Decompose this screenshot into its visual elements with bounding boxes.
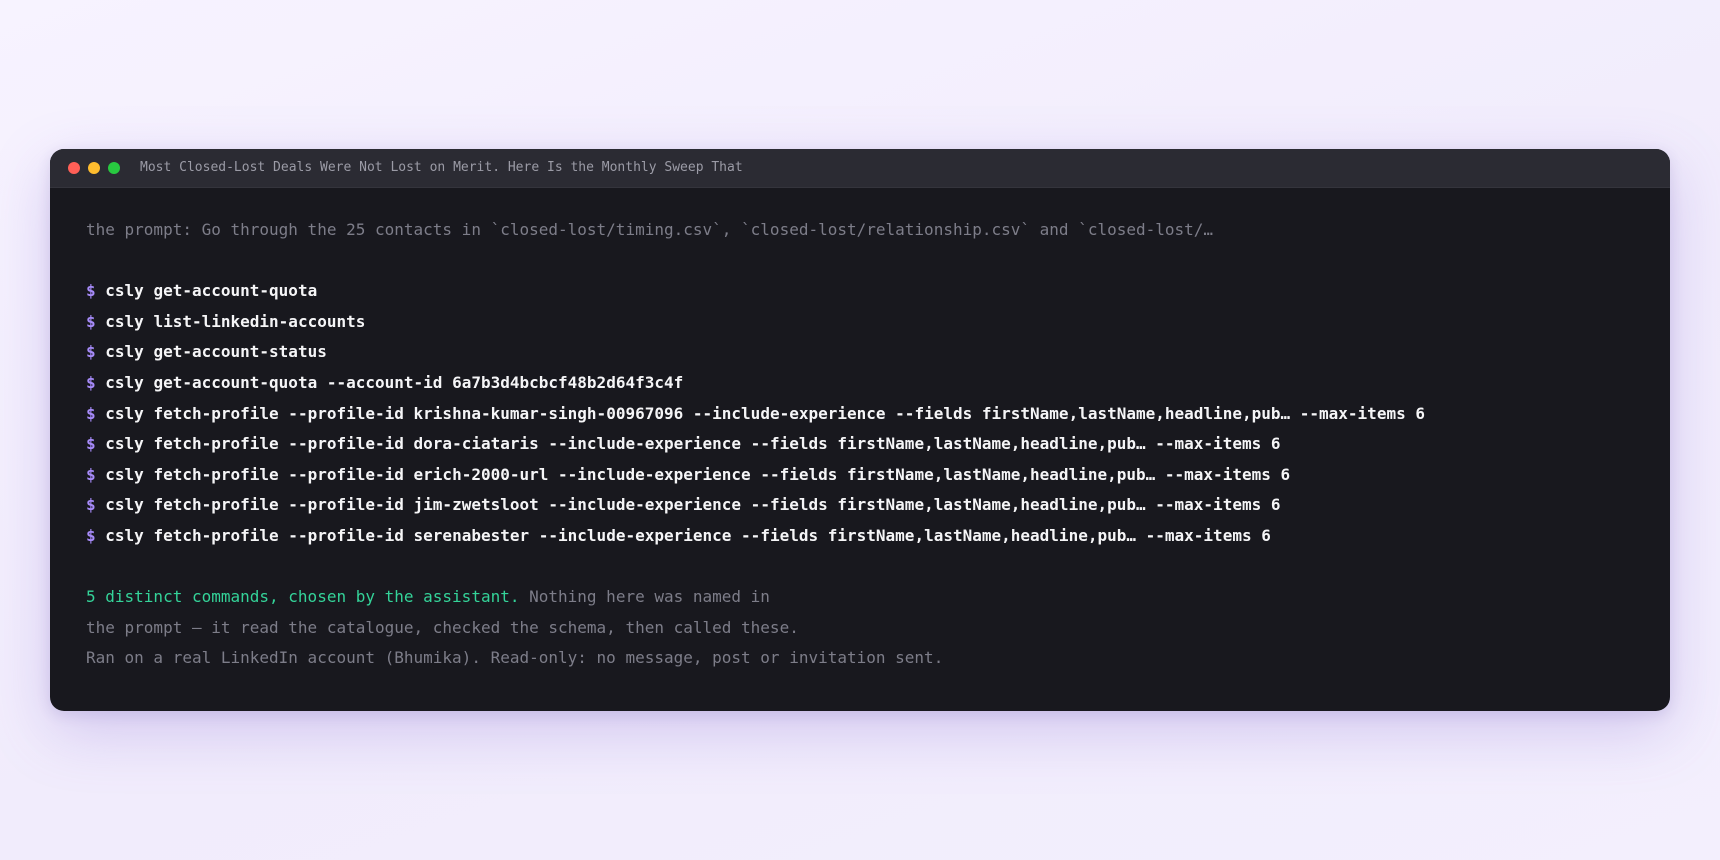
close-window-button[interactable] <box>68 162 80 174</box>
command-text: csly fetch-profile --profile-id erich-20… <box>105 464 1291 484</box>
prompt-symbol: $ <box>86 281 96 301</box>
terminal-window: Most Closed-Lost Deals Were Not Lost on … <box>50 149 1670 711</box>
summary-highlight: 5 distinct commands, chosen by the assis… <box>86 587 520 607</box>
terminal-output: the prompt: Go through the 25 contacts i… <box>86 215 1650 674</box>
command-line: $ csly fetch-profile --profile-id erich-… <box>86 460 1650 491</box>
command-line: $ csly fetch-profile --profile-id dora-c… <box>86 429 1650 460</box>
command-text: csly list-linkedin-accounts <box>105 311 366 331</box>
prompt-symbol: $ <box>86 403 96 423</box>
command-text: csly fetch-profile --profile-id serenabe… <box>105 525 1271 545</box>
command-text: csly fetch-profile --profile-id jim-zwet… <box>105 495 1281 515</box>
prompt-symbol: $ <box>86 525 96 545</box>
window-titlebar: Most Closed-Lost Deals Were Not Lost on … <box>50 149 1670 188</box>
prompt-symbol: $ <box>86 464 96 484</box>
summary-text: Nothing here was named in <box>519 587 770 607</box>
window-title: Most Closed-Lost Deals Were Not Lost on … <box>140 160 743 175</box>
prompt-symbol: $ <box>86 342 96 362</box>
summary-line-1: 5 distinct commands, chosen by the assis… <box>86 582 1650 613</box>
prompt-symbol: $ <box>86 311 96 331</box>
command-text: csly fetch-profile --profile-id dora-cia… <box>105 434 1281 454</box>
command-line: $ csly get-account-status <box>86 337 1650 368</box>
summary-line-3: Ran on a real LinkedIn account (Bhumika)… <box>86 648 944 668</box>
command-line: $ csly fetch-profile --profile-id jim-zw… <box>86 490 1650 521</box>
command-line: $ csly get-account-quota --account-id 6a… <box>86 368 1650 399</box>
prompt-description-line: the prompt: Go through the 25 contacts i… <box>86 220 1214 239</box>
command-line: $ csly fetch-profile --profile-id krishn… <box>86 399 1650 430</box>
command-text: csly get-account-status <box>105 342 327 362</box>
command-text: csly get-account-quota <box>105 281 318 301</box>
command-text: csly get-account-quota --account-id 6a7b… <box>105 372 684 392</box>
command-text: csly fetch-profile --profile-id krishna-… <box>105 403 1425 423</box>
command-line: $ csly get-account-quota <box>86 276 1650 307</box>
prompt-symbol: $ <box>86 372 96 392</box>
summary-line-2: the prompt — it read the catalogue, chec… <box>86 617 799 637</box>
minimize-window-button[interactable] <box>88 162 100 174</box>
prompt-symbol: $ <box>86 434 96 454</box>
command-line: $ csly list-linkedin-accounts <box>86 307 1650 338</box>
command-line: $ csly fetch-profile --profile-id serena… <box>86 521 1650 552</box>
maximize-window-button[interactable] <box>108 162 120 174</box>
prompt-symbol: $ <box>86 495 96 515</box>
